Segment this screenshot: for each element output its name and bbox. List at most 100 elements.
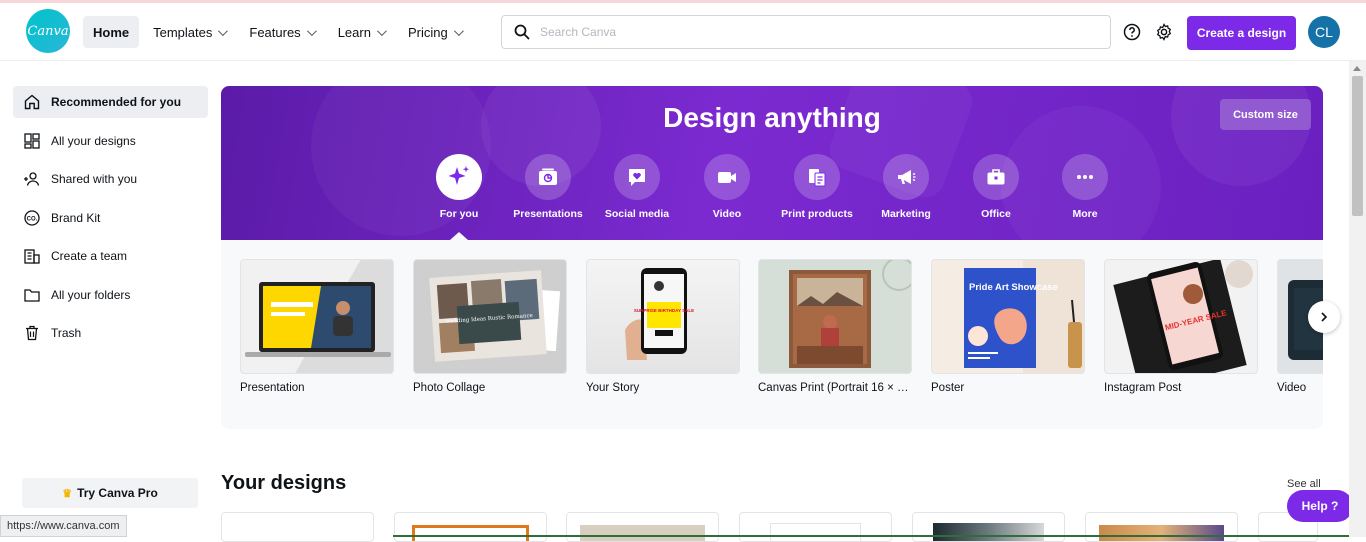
crown-icon: ♛ <box>62 487 73 500</box>
question-icon: ? <box>1331 499 1339 513</box>
grid-icon <box>24 132 40 149</box>
top-header: Canva Home Templates Features Learn Pric… <box>0 3 1366 61</box>
category-video[interactable]: Video <box>682 154 772 220</box>
category-more[interactable]: More <box>1040 154 1130 220</box>
nav-features[interactable]: Features <box>239 16 323 48</box>
sidebar: Recommended for you All your designs Sha… <box>13 86 208 356</box>
your-story-thumbnail: SURPRISE BIRTHDAY SALE <box>586 259 740 374</box>
nav-pricing[interactable]: Pricing <box>398 16 471 48</box>
more-icon <box>1062 154 1108 200</box>
nav-templates[interactable]: Templates <box>143 16 235 48</box>
help-button[interactable]: Help ? <box>1287 490 1353 522</box>
template-card-photo-collage[interactable]: Wedding Ideas Rustic Romance Photo Colla… <box>413 259 567 394</box>
sidebar-item-label: All your folders <box>51 287 131 302</box>
presentation-thumbnail <box>240 259 394 374</box>
story-text: SURPRISE BIRTHDAY SALE <box>634 308 694 313</box>
print-icon <box>794 154 840 200</box>
design-card[interactable] <box>1085 512 1238 542</box>
category-label: Marketing <box>881 208 931 220</box>
brand-kit-icon: CO. <box>24 209 40 226</box>
category-label: Video <box>712 208 742 220</box>
template-card-presentation[interactable]: Presentation <box>240 259 394 394</box>
nav-home[interactable]: Home <box>83 16 140 48</box>
see-all-link[interactable]: See all <box>1287 478 1321 490</box>
sidebar-item-create-team[interactable]: Create a team <box>13 240 208 272</box>
nav-learn-label: Learn <box>337 24 371 40</box>
custom-size-button[interactable]: Custom size <box>1220 99 1311 130</box>
template-carousel: Presentation Wedding Ideas Rustic Romanc… <box>221 240 1323 429</box>
scrollbar-thumb[interactable] <box>1352 76 1363 216</box>
sidebar-item-label: Shared with you <box>51 172 138 186</box>
chevron-down-icon <box>218 25 229 36</box>
scroll-up-arrow-icon[interactable] <box>1353 66 1361 71</box>
template-label: Instagram Post <box>1104 382 1182 394</box>
nav-home-label: Home <box>93 24 130 40</box>
canva-logo[interactable]: Canva <box>26 9 70 53</box>
template-label: Video <box>1277 382 1307 394</box>
category-office[interactable]: Office <box>951 154 1041 220</box>
category-for-you[interactable]: For you <box>414 154 504 220</box>
sidebar-item-folders[interactable]: All your folders <box>13 279 208 311</box>
home-icon <box>24 94 40 110</box>
category-label: Print products <box>781 208 853 220</box>
template-card-canvas-print[interactable]: Canvas Print (Portrait 16 × 20 in) <box>758 259 912 394</box>
search-input[interactable] <box>540 25 1060 39</box>
folder-icon <box>24 288 40 302</box>
help-circle-icon[interactable] <box>1122 22 1142 42</box>
design-card[interactable] <box>739 512 892 542</box>
svg-text:CO.: CO. <box>27 216 38 222</box>
sidebar-item-all-designs[interactable]: All your designs <box>13 125 208 157</box>
sidebar-item-shared[interactable]: Shared with you <box>13 163 208 195</box>
photo-collage-thumbnail: Wedding Ideas Rustic Romance <box>413 259 567 374</box>
instagram-post-thumbnail: MID-YEAR SALE <box>1104 259 1258 374</box>
category-label: Social media <box>604 208 670 220</box>
sidebar-item-label: Brand Kit <box>51 210 101 225</box>
sidebar-item-recommended[interactable]: Recommended for you <box>13 86 208 118</box>
active-category-pointer <box>450 232 468 240</box>
trash-icon <box>26 325 38 341</box>
poster-text: Pride Art Showcase <box>969 282 1058 293</box>
design-card[interactable] <box>566 512 719 542</box>
design-card[interactable] <box>394 512 547 542</box>
presentation-icon <box>525 154 571 200</box>
template-label: Your Story <box>586 382 640 394</box>
category-social-media[interactable]: Social media <box>592 154 682 220</box>
design-card[interactable] <box>221 512 374 542</box>
shared-icon <box>24 172 40 186</box>
sidebar-item-label: Recommended for you <box>51 95 182 109</box>
nav-learn[interactable]: Learn <box>328 16 394 48</box>
search-icon <box>514 24 530 40</box>
megaphone-icon <box>883 154 929 200</box>
chevron-down-icon <box>453 25 464 36</box>
sidebar-item-brand-kit[interactable]: CO. Brand Kit <box>13 202 208 234</box>
video-icon <box>704 154 750 200</box>
nav-templates-label: Templates <box>153 24 213 40</box>
design-anything-hero: Design anything Custom size For you Pres… <box>221 86 1323 240</box>
template-card-instagram-post[interactable]: MID-YEAR SALE Instagram Post <box>1104 259 1258 394</box>
poster-thumbnail: Pride Art Showcase <box>931 259 1085 374</box>
carousel-next-button[interactable] <box>1308 301 1340 333</box>
category-marketing[interactable]: Marketing <box>861 154 951 220</box>
team-icon <box>24 249 40 264</box>
search-bar[interactable] <box>501 15 1111 49</box>
create-design-button[interactable]: Create a design <box>1187 16 1296 50</box>
sidebar-item-label: Trash <box>51 326 82 340</box>
category-label: Office <box>981 208 1011 220</box>
gear-icon[interactable] <box>1154 22 1174 42</box>
hero-title: Design anything <box>663 102 881 133</box>
sidebar-item-label: Create a team <box>51 249 128 263</box>
nav-features-label: Features <box>249 24 301 40</box>
template-card-your-story[interactable]: SURPRISE BIRTHDAY SALE Your Story <box>586 259 740 394</box>
sidebar-item-trash[interactable]: Trash <box>13 317 208 349</box>
try-canva-pro-label: Try Canva Pro <box>77 486 158 500</box>
briefcase-icon <box>973 154 1019 200</box>
template-card-poster[interactable]: Pride Art Showcase Poster <box>931 259 1085 394</box>
category-label: For you <box>439 208 479 220</box>
avatar[interactable]: CL <box>1308 16 1340 48</box>
category-presentations[interactable]: Presentations <box>503 154 593 220</box>
chevron-down-icon <box>306 25 317 36</box>
category-print-products[interactable]: Print products <box>772 154 862 220</box>
try-canva-pro-button[interactable]: ♛ Try Canva Pro <box>22 478 198 508</box>
design-card[interactable] <box>912 512 1065 542</box>
nav-pricing-label: Pricing <box>407 24 448 40</box>
